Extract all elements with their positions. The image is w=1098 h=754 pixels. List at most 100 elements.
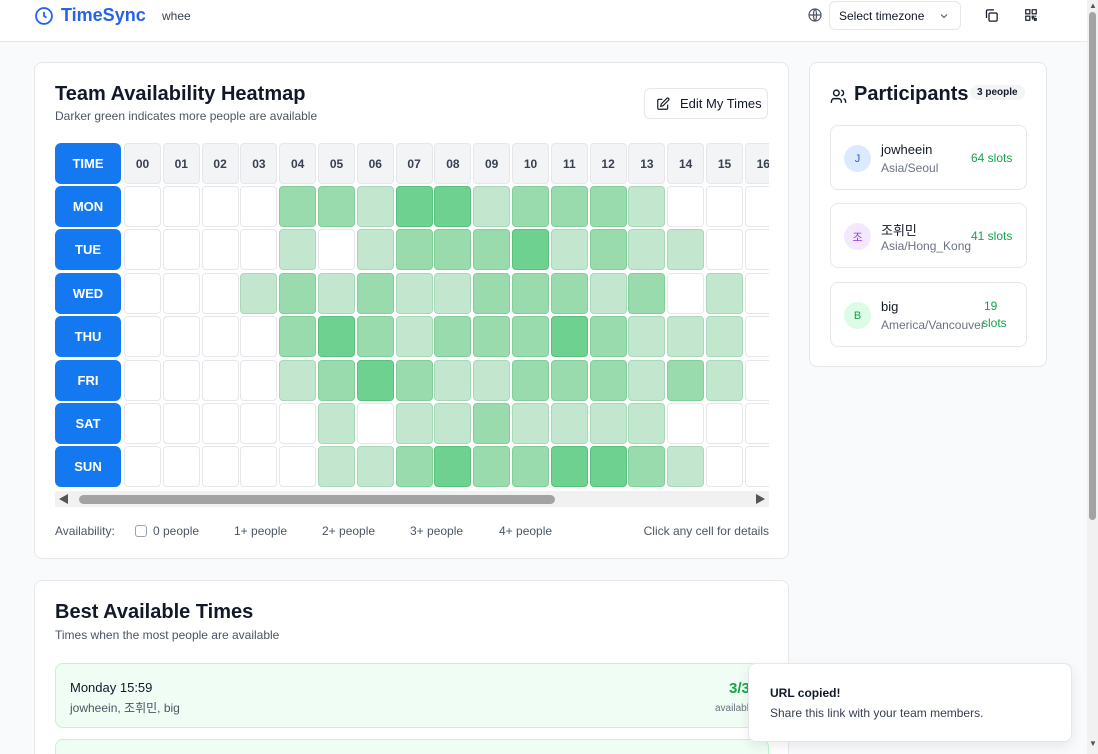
heatmap-cell[interactable]	[706, 229, 743, 271]
timezone-select[interactable]: Select timezone	[829, 1, 961, 30]
heatmap-cell[interactable]	[356, 229, 394, 271]
heatmap-cell[interactable]	[667, 186, 705, 227]
heatmap-cell[interactable]	[550, 403, 588, 444]
heatmap-cell[interactable]	[201, 316, 239, 358]
heatmap-cell[interactable]	[706, 186, 743, 227]
heatmap-cell[interactable]	[706, 359, 743, 401]
heatmap-cell[interactable]	[240, 316, 278, 358]
heatmap-cell[interactable]	[162, 272, 200, 314]
heatmap-cell[interactable]	[589, 359, 627, 401]
scroll-down-arrow-icon[interactable]: ▼	[1089, 739, 1097, 748]
heatmap-cell[interactable]	[667, 272, 705, 314]
heatmap-cell[interactable]	[628, 403, 666, 444]
heatmap-cell[interactable]	[550, 359, 588, 401]
heatmap-cell[interactable]	[512, 186, 549, 227]
heatmap-cell[interactable]	[318, 316, 355, 358]
heatmap-cell[interactable]	[318, 186, 355, 227]
heatmap-cell[interactable]	[434, 446, 472, 488]
heatmap-cell[interactable]	[434, 316, 472, 358]
heatmap-cell[interactable]	[473, 446, 511, 488]
heatmap-cell[interactable]	[434, 229, 472, 271]
heatmap-cell[interactable]	[356, 403, 394, 444]
heatmap-cell[interactable]	[628, 446, 666, 488]
copy-link-button[interactable]	[979, 4, 1003, 26]
participant-item[interactable]: J jowheein Asia/Seoul 64 slots	[830, 125, 1027, 190]
heatmap-cell[interactable]	[706, 403, 743, 444]
heatmap-cell[interactable]	[589, 186, 627, 227]
heatmap-cell[interactable]	[628, 316, 666, 358]
heatmap-cell[interactable]	[201, 186, 239, 227]
best-time-item[interactable]	[55, 739, 769, 754]
heatmap-cell[interactable]	[706, 316, 743, 358]
heatmap-cell[interactable]	[512, 403, 549, 444]
heatmap-cell[interactable]	[434, 403, 472, 444]
heatmap-cell[interactable]	[744, 403, 769, 444]
heatmap-cell[interactable]	[744, 316, 769, 358]
participant-item[interactable]: B big America/Vancouver 19 slots	[830, 282, 1027, 347]
heatmap-cell[interactable]	[667, 359, 705, 401]
heatmap-cell[interactable]	[124, 403, 161, 444]
heatmap-cell[interactable]	[124, 186, 161, 227]
heatmap-cell[interactable]	[162, 229, 200, 271]
page-scrollbar-thumb[interactable]	[1089, 12, 1096, 520]
heatmap-cell[interactable]	[550, 229, 588, 271]
participant-item[interactable]: 조 조휘민 Asia/Hong_Kong 41 slots	[830, 203, 1027, 268]
heatmap-cell[interactable]	[744, 229, 769, 271]
heatmap-cell[interactable]	[589, 229, 627, 271]
heatmap-cell[interactable]	[512, 446, 549, 488]
heatmap-cell[interactable]	[550, 186, 588, 227]
heatmap-cell[interactable]	[240, 359, 278, 401]
heatmap-cell[interactable]	[628, 186, 666, 227]
app-logo[interactable]: TimeSync	[34, 5, 146, 26]
heatmap-cell[interactable]	[162, 316, 200, 358]
heatmap-cell[interactable]	[512, 316, 549, 358]
heatmap-cell[interactable]	[395, 403, 433, 444]
heatmap-cell[interactable]	[744, 186, 769, 227]
heatmap-cell[interactable]	[162, 403, 200, 444]
heatmap-cell[interactable]	[356, 186, 394, 227]
heatmap-cell[interactable]	[279, 186, 317, 227]
heatmap-cell[interactable]	[706, 446, 743, 488]
heatmap-cell[interactable]	[744, 359, 769, 401]
heatmap-cell[interactable]	[240, 186, 278, 227]
scroll-up-arrow-icon[interactable]: ▲	[1089, 1, 1097, 10]
heatmap-cell[interactable]	[318, 229, 355, 271]
page-scrollbar[interactable]: ▲ ▼	[1087, 0, 1098, 754]
heatmap-cell[interactable]	[589, 403, 627, 444]
heatmap-cell[interactable]	[589, 272, 627, 314]
heatmap-cell[interactable]	[667, 446, 705, 488]
heatmap-cell[interactable]	[240, 446, 278, 488]
heatmap-cell[interactable]	[201, 229, 239, 271]
heatmap-cell[interactable]	[473, 229, 511, 271]
heatmap-cell[interactable]	[124, 359, 161, 401]
heatmap-cell[interactable]	[434, 186, 472, 227]
heatmap-cell[interactable]	[279, 446, 317, 488]
heatmap-cell[interactable]	[512, 359, 549, 401]
heatmap-cell[interactable]	[356, 316, 394, 358]
heatmap-cell[interactable]	[512, 272, 549, 314]
heatmap-cell[interactable]	[318, 359, 355, 401]
heatmap-cell[interactable]	[318, 403, 355, 444]
heatmap-cell[interactable]	[706, 272, 743, 314]
heatmap-cell[interactable]	[550, 446, 588, 488]
heatmap-cell[interactable]	[279, 229, 317, 271]
qr-code-button[interactable]	[1019, 4, 1043, 26]
heatmap-cell[interactable]	[744, 272, 769, 314]
heatmap-cell[interactable]	[201, 403, 239, 444]
heatmap-cell[interactable]	[667, 403, 705, 444]
heatmap-cell[interactable]	[279, 403, 317, 444]
heatmap-cell[interactable]	[628, 359, 666, 401]
heatmap-horizontal-scrollbar[interactable]	[55, 491, 769, 507]
heatmap-cell[interactable]	[279, 359, 317, 401]
scroll-right-arrow-icon[interactable]	[756, 494, 765, 504]
scroll-left-arrow-icon[interactable]	[59, 494, 68, 504]
best-time-item[interactable]: Monday 15:59 jowheein, 조휘민, big 3/3 avai…	[55, 663, 769, 728]
heatmap-cell[interactable]	[473, 272, 511, 314]
heatmap-cell[interactable]	[628, 272, 666, 314]
heatmap-cell[interactable]	[124, 229, 161, 271]
heatmap-cell[interactable]	[395, 272, 433, 314]
heatmap-cell[interactable]	[201, 446, 239, 488]
heatmap-cell[interactable]	[512, 229, 549, 271]
heatmap-cell[interactable]	[240, 229, 278, 271]
heatmap-cell[interactable]	[473, 403, 511, 444]
